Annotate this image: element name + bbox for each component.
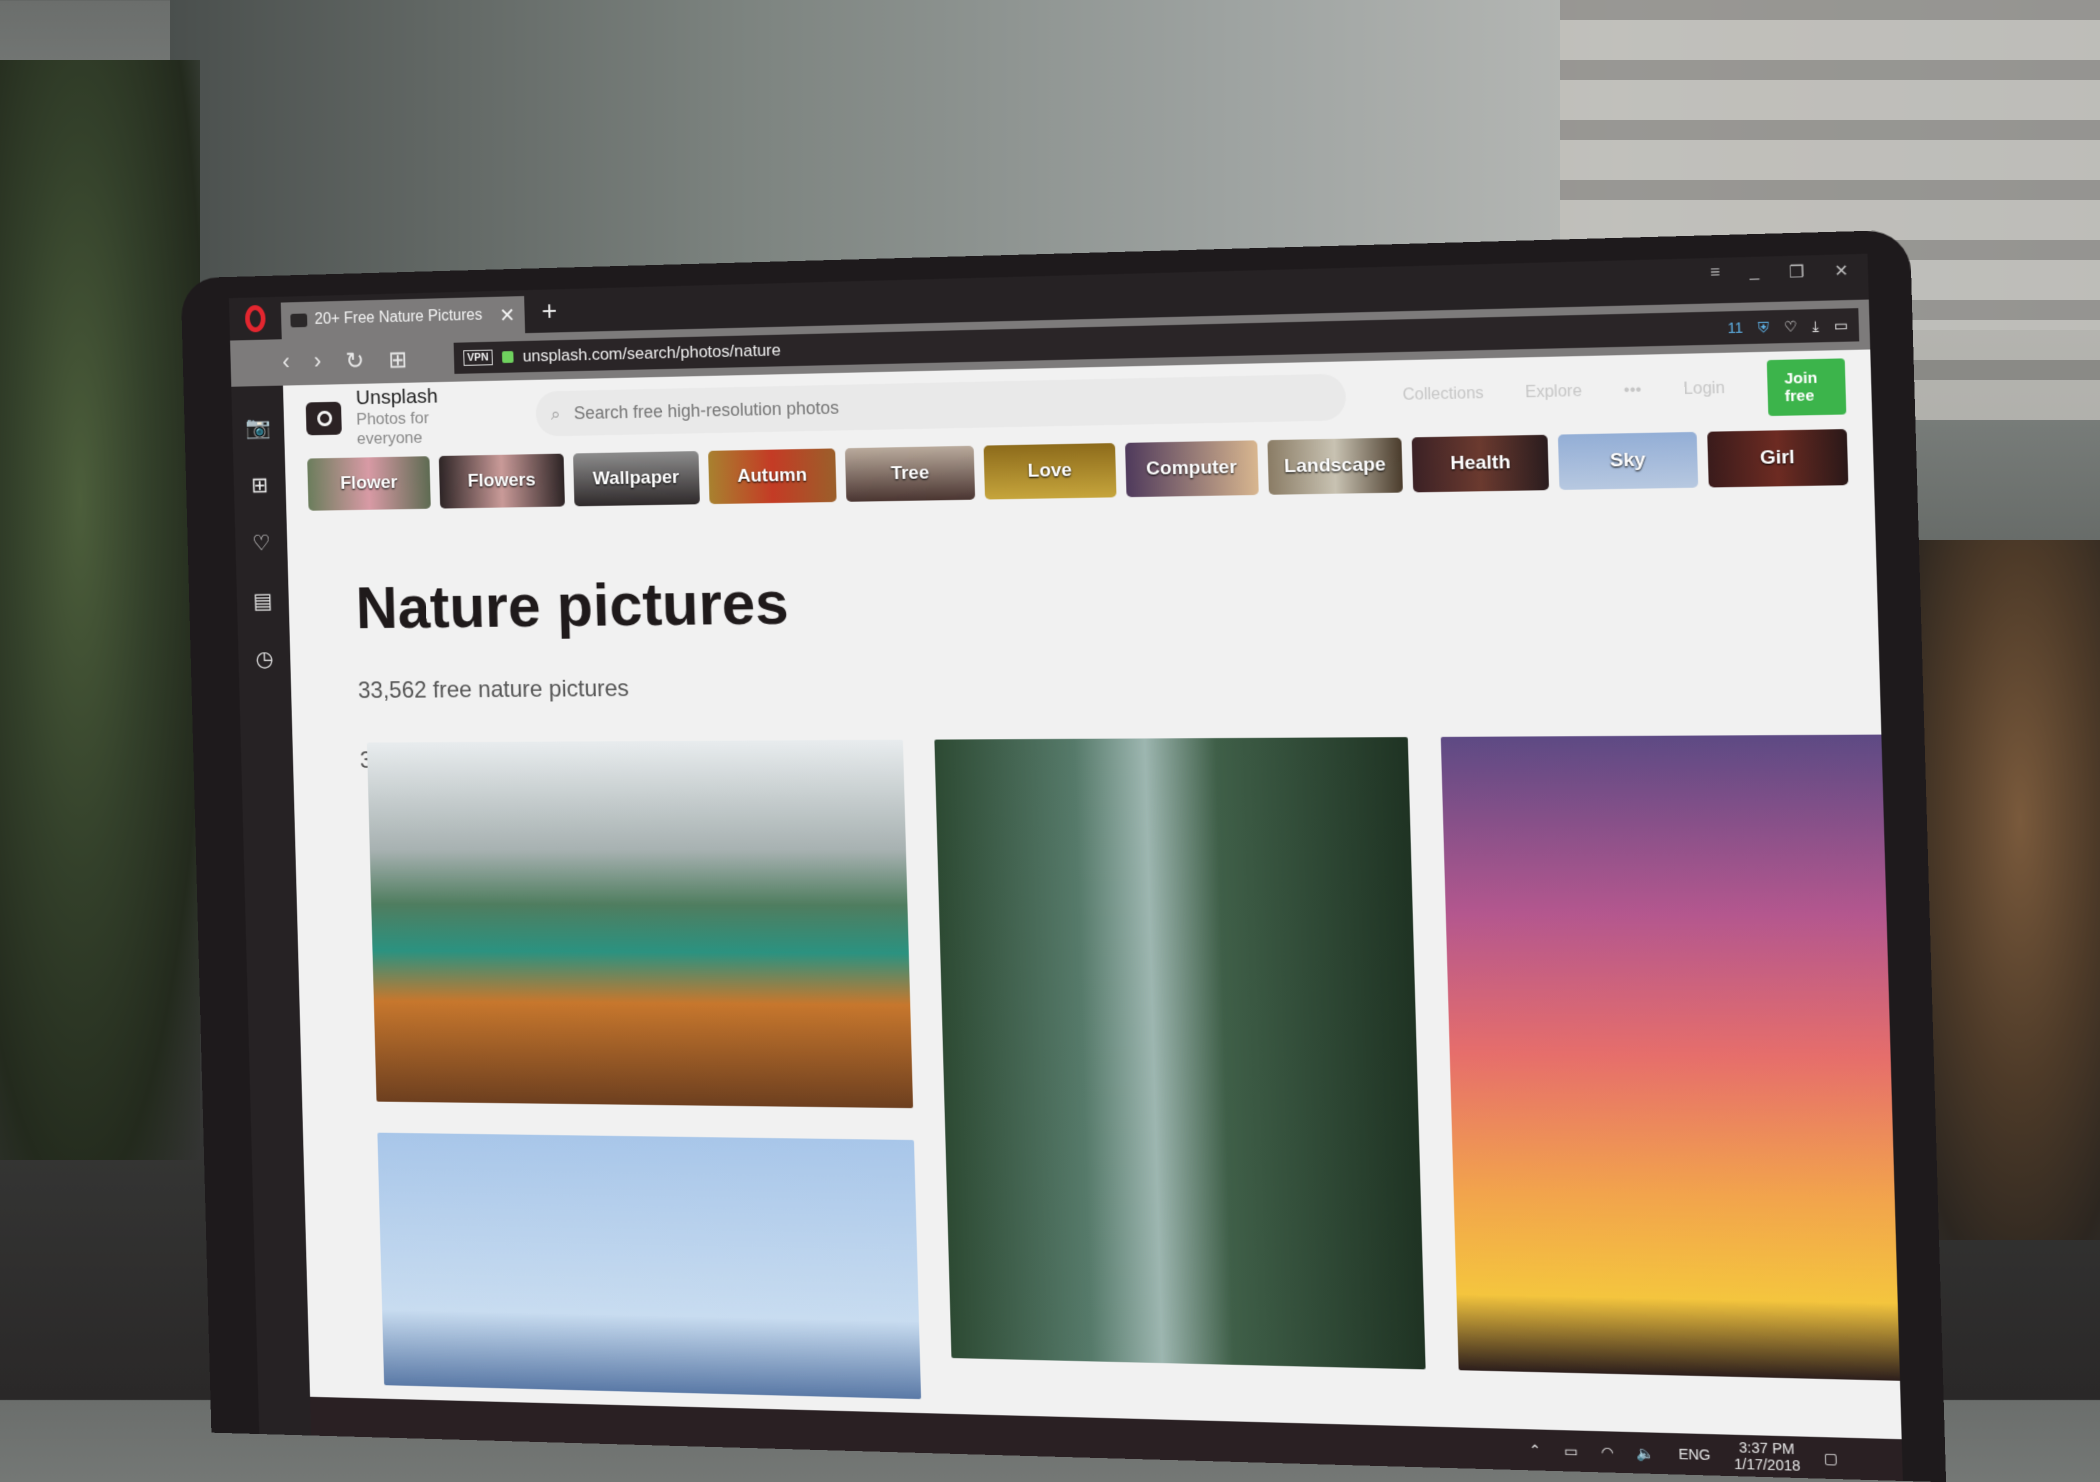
photo-column	[934, 737, 1426, 1412]
page-title: Nature pictures	[354, 569, 790, 642]
chip-label: Love	[1027, 459, 1073, 482]
chip-label: Computer	[1145, 456, 1238, 480]
minimize-button[interactable]: _	[1749, 263, 1759, 284]
vpn-badge[interactable]: VPN	[463, 349, 493, 366]
chip-label: Wallpaper	[592, 467, 680, 490]
photo-boat-lake[interactable]	[366, 739, 914, 1109]
history-clock-icon[interactable]: ◷	[255, 647, 273, 672]
chip-label: Girl	[1759, 446, 1796, 470]
reload-button[interactable]: ↻	[345, 346, 364, 375]
camera-favicon-icon	[290, 313, 308, 328]
join-free-button[interactable]: Join free	[1766, 358, 1847, 417]
photo-column	[1440, 734, 1903, 1426]
clock-date: 1/17/2018	[1733, 1455, 1801, 1474]
battery-icon[interactable]: ▭	[1834, 316, 1849, 334]
results-count: 33,562 free nature pictures	[357, 675, 630, 704]
explore-link[interactable]: Explore	[1525, 383, 1582, 403]
download-icon[interactable]: ⤓	[1812, 317, 1819, 335]
menu-icon[interactable]: ≡	[1710, 264, 1720, 285]
web-page: Unsplash Photos for everyone ⌕ Collectio…	[282, 349, 1903, 1481]
category-chip[interactable]: Computer	[1124, 440, 1259, 498]
photo-sky-mountains[interactable]	[377, 1132, 922, 1400]
category-chip[interactable]: Wallpaper	[572, 451, 700, 507]
brand-tagline: Photos for everyone	[356, 408, 430, 448]
shield-icon[interactable]: ⛨	[1758, 318, 1770, 336]
heart-icon[interactable]: ♡	[252, 531, 271, 556]
chip-label: Tree	[890, 462, 930, 485]
search-box[interactable]: ⌕	[535, 373, 1346, 437]
tab-close-icon[interactable]: ✕	[499, 303, 516, 328]
brand[interactable]: Unsplash Photos for everyone	[356, 384, 493, 449]
photo-column	[366, 739, 922, 1400]
category-chip[interactable]: Sky	[1558, 431, 1698, 490]
close-window-button[interactable]: ✕	[1834, 261, 1849, 282]
category-chip[interactable]: Girl	[1706, 429, 1849, 488]
language-indicator[interactable]: ENG	[1678, 1446, 1711, 1463]
camera-icon[interactable]: 📷	[245, 415, 271, 441]
category-chip[interactable]: Health	[1411, 434, 1550, 493]
speed-dial-button[interactable]: ⊞	[388, 345, 408, 374]
chip-label: Health	[1450, 451, 1511, 475]
window-controls: ≡ _ ❐ ✕	[1710, 261, 1849, 285]
category-chip[interactable]: Love	[983, 443, 1117, 500]
category-chip[interactable]: Flowers	[439, 453, 565, 509]
chip-label: Landscape	[1283, 454, 1387, 478]
tray-app-icon[interactable]: ▭	[1564, 1442, 1578, 1460]
unsplash-logo-icon[interactable]	[305, 401, 342, 436]
chip-label: Flowers	[467, 469, 536, 492]
search-input[interactable]	[571, 385, 1330, 425]
tab-active[interactable]: 20+ Free Nature Pictures ✕	[280, 296, 526, 340]
chip-label: Sky	[1609, 449, 1646, 472]
search-icon: ⌕	[550, 403, 561, 424]
header-links: Collections Explore ••• Login Join free	[1402, 358, 1847, 423]
bookmark-heart-icon[interactable]: ♡	[1784, 317, 1798, 335]
tracker-count: 11	[1727, 319, 1744, 337]
new-tab-button[interactable]: +	[524, 295, 575, 328]
category-chip[interactable]: Autumn	[707, 448, 837, 505]
brand-name: Unsplash	[355, 384, 439, 410]
photo-grid	[366, 734, 1903, 1424]
restore-button[interactable]: ❐	[1789, 262, 1805, 283]
wifi-icon[interactable]: ◠	[1601, 1443, 1614, 1461]
collections-link[interactable]: Collections	[1403, 385, 1484, 405]
opera-logo-icon[interactable]	[229, 297, 282, 341]
forward-button[interactable]: ›	[314, 348, 322, 375]
laptop-bezel: 20+ Free Nature Pictures ✕ + ≡ _ ❐ ✕ ‹ ›…	[180, 229, 1947, 1482]
photo-forest-waterfall[interactable]	[934, 737, 1426, 1370]
tab-title: 20+ Free Nature Pictures	[314, 306, 483, 328]
category-chip[interactable]: Tree	[844, 445, 976, 502]
chip-label: Flower	[340, 472, 398, 494]
back-button[interactable]: ‹	[282, 349, 290, 376]
clock-time: 3:37 PM	[1738, 1439, 1795, 1458]
notification-icon[interactable]: ▢	[1823, 1449, 1838, 1467]
show-hidden-icons-icon[interactable]: ⌃	[1529, 1441, 1542, 1459]
url-text[interactable]: unsplash.com/search/photos/nature	[522, 341, 781, 367]
chip-label: Autumn	[737, 464, 808, 487]
news-icon[interactable]: ▤	[253, 589, 273, 614]
more-menu-icon[interactable]: •••	[1624, 381, 1642, 400]
speed-dial-icon[interactable]: ⊞	[251, 473, 269, 498]
lock-icon[interactable]	[501, 351, 514, 364]
category-chip[interactable]: Flower	[307, 456, 432, 511]
volume-icon[interactable]: 🔈	[1637, 1444, 1656, 1462]
category-chip[interactable]: Landscape	[1267, 437, 1404, 495]
screen: 20+ Free Nature Pictures ✕ + ≡ _ ❐ ✕ ‹ ›…	[228, 253, 1903, 1481]
background-plant-left	[0, 60, 200, 1160]
photo-sunset-powerlines[interactable]	[1440, 734, 1903, 1383]
login-link[interactable]: Login	[1683, 380, 1725, 399]
clock[interactable]: 3:37 PM 1/17/2018	[1733, 1439, 1801, 1474]
address-bar-actions: 11 ⛨ ♡ ⤓ ▭	[1727, 316, 1848, 336]
